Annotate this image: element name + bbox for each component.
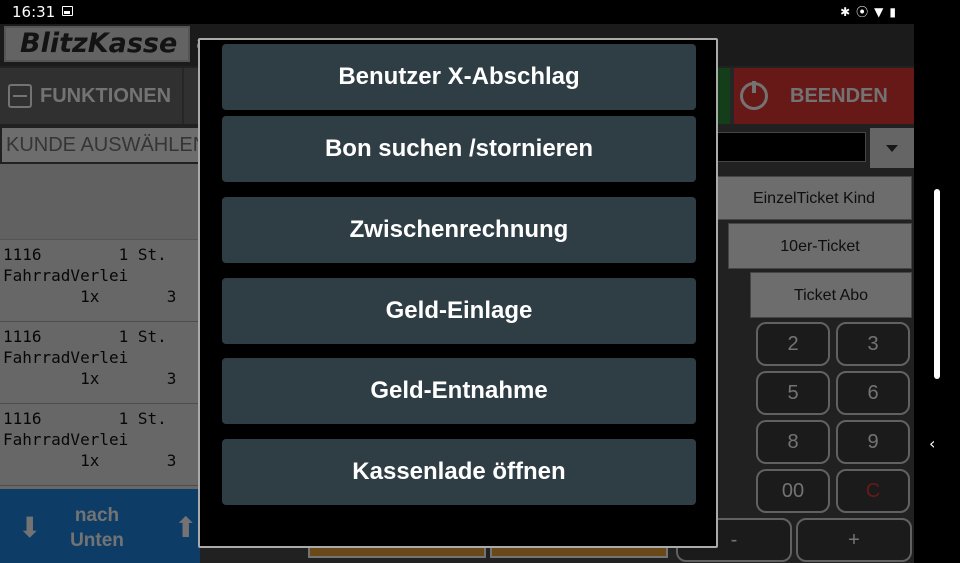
key-button[interactable]: 2 <box>756 322 830 366</box>
item-line: 1116 1 St. <box>3 245 167 264</box>
benutzer-x-abschlag-button[interactable]: Benutzer X-Abschlag <box>222 44 696 110</box>
scrollbar[interactable] <box>934 189 940 379</box>
power-icon <box>740 81 768 110</box>
status-bar: 16:31 ✱⦿▼▮ <box>0 0 960 24</box>
bon-suchen-button[interactable]: Bon suchen /stornieren <box>222 116 696 182</box>
wifi-icon: ▼ <box>874 5 890 19</box>
function-menu-dialog: Benutzer X-Abschlag Bon suchen /stornier… <box>198 38 718 548</box>
receipt-header <box>0 164 200 240</box>
ticket-button[interactable]: EinzelTicket Kind <box>716 176 912 220</box>
key-button[interactable]: 5 <box>756 371 830 415</box>
app-logo: BlitzKasse <box>4 26 190 62</box>
list-item[interactable]: 1116 1 St. FahrradVerlei 1x 3 <box>0 404 200 486</box>
image-notification-icon <box>62 6 73 16</box>
key-button[interactable]: 6 <box>836 371 910 415</box>
arrow-up-icon[interactable]: ⬆ <box>174 511 197 544</box>
kunde-select[interactable]: KUNDE AUSWÄHLEN <box>2 128 202 162</box>
amount-display <box>716 132 866 162</box>
key-button[interactable]: 9 <box>836 420 910 464</box>
item-line: FahrradVerlei <box>3 348 129 367</box>
location-icon: ⦿ <box>856 5 875 19</box>
item-line: 1116 1 St. <box>3 327 167 346</box>
clear-button[interactable]: C <box>836 469 910 513</box>
list-item[interactable]: 1116 1 St. FahrradVerlei 1x 3 <box>0 240 200 322</box>
geld-entnahme-button[interactable]: Geld-Entnahme <box>222 358 696 424</box>
key-button[interactable]: 00 <box>756 469 830 513</box>
funktionen-label: FUNKTIONEN <box>40 85 172 107</box>
kassenlade-oeffnen-button[interactable]: Kassenlade öffnen <box>222 439 696 505</box>
plus-button[interactable]: + <box>796 518 912 562</box>
item-line: 1x 3 <box>3 451 177 470</box>
item-line: 1x 3 <box>3 287 177 306</box>
beenden-button[interactable]: BEENDEN <box>734 68 914 124</box>
geld-einlage-button[interactable]: Geld-Einlage <box>222 278 696 344</box>
beenden-label: BEENDEN <box>790 85 888 107</box>
zwischenrechnung-button[interactable]: Zwischenrechnung <box>222 197 696 263</box>
chevron-left-icon[interactable]: ‹ <box>929 434 935 453</box>
key-button[interactable]: 8 <box>756 420 830 464</box>
ticket-button[interactable]: Ticket Abo <box>750 272 912 318</box>
funktionen-button[interactable]: FUNKTIONEN <box>0 68 182 124</box>
status-time: 16:31 <box>12 3 56 21</box>
list-item[interactable]: 1116 1 St. FahrradVerlei 1x 3 <box>0 322 200 404</box>
receipt-list[interactable]: 1116 1 St. FahrradVerlei 1x 3 1116 1 St.… <box>0 164 200 489</box>
item-line: 1116 1 St. <box>3 409 167 428</box>
arrow-down-icon[interactable]: ⬇ <box>18 511 44 543</box>
key-button[interactable]: 3 <box>836 322 910 366</box>
chevron-down-icon[interactable] <box>870 128 914 168</box>
item-line: 1x 3 <box>3 369 177 388</box>
ticket-button[interactable]: 10er-Ticket <box>728 223 912 269</box>
item-line: FahrradVerlei <box>3 266 129 285</box>
drawer-icon <box>8 84 32 108</box>
system-nav-strip: ‹ <box>914 24 960 563</box>
bluetooth-icon: ✱ <box>840 5 857 19</box>
nach-unten-button[interactable]: nach Unten <box>62 503 132 553</box>
item-line: FahrradVerlei <box>3 430 129 449</box>
status-icons: ✱⦿▼▮ <box>840 3 902 20</box>
scroll-nav: ⬇ nach Unten ⬆ <box>0 489 200 563</box>
battery-icon: ▮ <box>889 5 902 19</box>
